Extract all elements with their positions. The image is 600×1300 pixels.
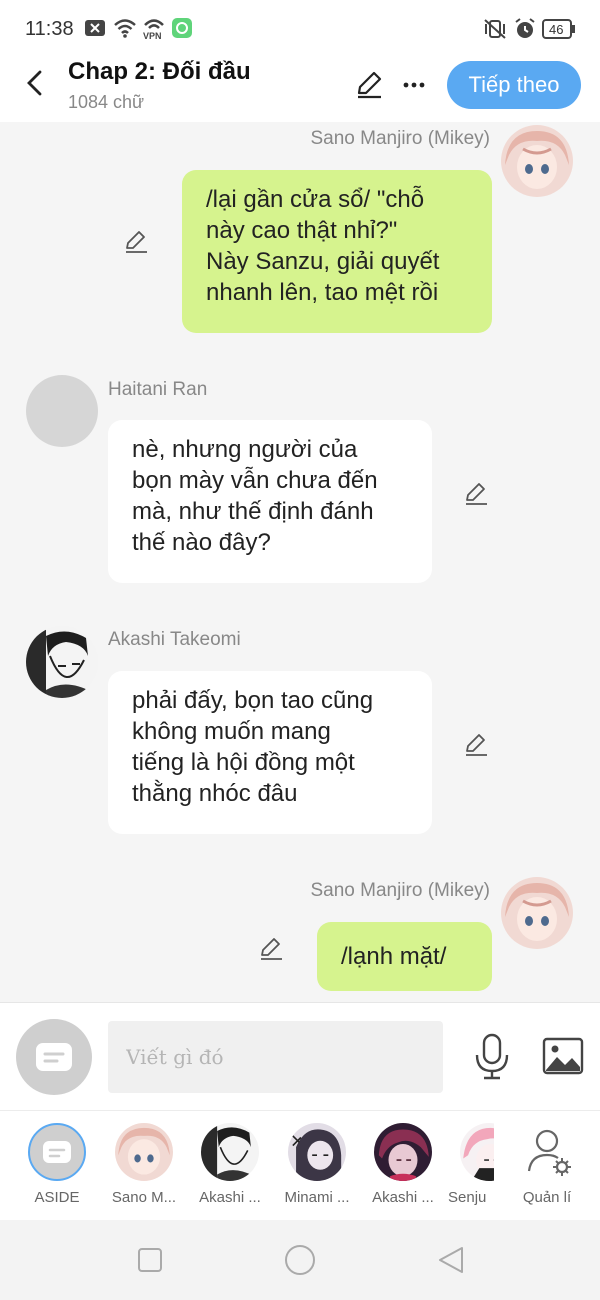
message-sender-name: Akashi Takeomi [108, 629, 241, 650]
message-sender-name: Sano Manjiro (Mikey) [310, 880, 491, 901]
circle-icon [285, 1245, 315, 1275]
edit-chapter-button[interactable] [354, 70, 384, 100]
back-button[interactable] [20, 68, 50, 98]
character-minami[interactable]: Minami ... [276, 1123, 356, 1215]
edit-message-button[interactable] [463, 732, 489, 758]
character-label: Sano M... [111, 1189, 177, 1206]
avatar [288, 1123, 346, 1181]
status-time: 11:38 [25, 18, 74, 40]
voice-input-button[interactable] [474, 1033, 510, 1081]
message-line: /lạnh mặt/ [341, 943, 447, 970]
message-bubble[interactable]: phải đấy, bọn tao cũng không muốn mang t… [108, 671, 432, 834]
avatar-akashi-takeomi[interactable] [26, 626, 98, 698]
character-sano-manjiro[interactable]: Sano M... [103, 1123, 183, 1215]
word-count: 1084 chữ [68, 92, 145, 112]
manage-characters-button[interactable]: Quản lí [506, 1123, 586, 1215]
chat-bubble-icon [43, 1141, 71, 1163]
character-label: Akashi ... [372, 1189, 434, 1206]
vpn-label: VPN [143, 31, 162, 41]
message-line: /lại gần cửa sổ/ "chỗ [206, 186, 425, 213]
character-label: Quản lí [522, 1189, 572, 1206]
message-line: này cao thật nhỉ?" [206, 217, 398, 244]
character-akashi-takeomi[interactable]: Akashi ... [189, 1123, 269, 1215]
message-line: thằng nhóc đâu [132, 780, 298, 807]
more-options-button[interactable] [400, 70, 430, 100]
message-line: phải đấy, bọn tao cũng [132, 687, 374, 714]
pencil-icon [357, 71, 382, 99]
message-sender-name: Sano Manjiro (Mikey) [310, 128, 491, 149]
edit-message-button[interactable] [123, 229, 149, 255]
message-line: mà, như thế định đánh [132, 498, 374, 525]
user-gear-icon [518, 1123, 576, 1181]
pencil-icon [126, 231, 147, 253]
message-line: tiếng là hội đồng một [132, 749, 355, 776]
aside-avatar [28, 1123, 86, 1181]
message-bubble[interactable]: /lạnh mặt/ [317, 922, 492, 991]
message-sender-name: Haitani Ran [108, 379, 208, 400]
system-navigation-bar [0, 1220, 600, 1300]
message-line: nhanh lên, tao mệt rồi [206, 279, 439, 306]
composer-bar [0, 1002, 600, 1110]
message-bubble[interactable]: /lại gần cửa sổ/ "chỗ này cao thật nhỉ?"… [182, 170, 492, 333]
avatar [115, 1123, 173, 1181]
notification-icon [84, 18, 106, 43]
edit-message-button[interactable] [463, 481, 489, 507]
avatar [460, 1123, 494, 1181]
message-line: nè, nhưng người của [132, 436, 358, 463]
chat-area: Sano Manjiro (Mikey) /lại gần cửa sổ/ "c… [0, 122, 600, 1002]
microphone-icon [475, 1033, 509, 1080]
message-input[interactable] [108, 1021, 443, 1093]
message-line: thế nào đây? [132, 529, 271, 556]
insert-image-button[interactable] [542, 1037, 584, 1075]
image-icon [542, 1037, 584, 1075]
character-label: ASIDE [34, 1189, 80, 1206]
chapter-title: Chap 2: Đối đầu [68, 58, 251, 85]
avatar-haitani-ran[interactable] [26, 375, 98, 447]
message-line: không muốn mang [132, 718, 331, 745]
message-line: bọn mày vẫn chưa đến [132, 467, 378, 494]
next-chapter-button[interactable]: Tiếp theo [447, 61, 581, 109]
character-aside[interactable]: ASIDE [16, 1123, 96, 1215]
square-icon [138, 1248, 162, 1272]
status-bar: 11:38 VPN 46 [0, 0, 600, 56]
avatar [201, 1123, 259, 1181]
avatar-sano-manjiro[interactable] [501, 125, 573, 197]
chat-bubble-icon [36, 1043, 72, 1071]
edit-message-button[interactable] [258, 936, 284, 962]
message-line: Này Sanzu, giải quyết [206, 248, 440, 275]
back-nav-button[interactable] [437, 1245, 465, 1280]
pencil-icon [466, 483, 487, 505]
home-button[interactable] [284, 1244, 316, 1281]
alarm-icon [514, 18, 536, 45]
avatar [374, 1123, 432, 1181]
chapter-header: Chap 2: Đối đầu 1084 chữ Tiếp theo [0, 56, 600, 122]
more-horizontal-icon [403, 82, 425, 88]
wifi-icon [113, 18, 137, 43]
character-akashi-2[interactable]: Akashi ... [362, 1123, 442, 1215]
character-label: Senju [448, 1189, 487, 1206]
battery-level: 46 [549, 22, 564, 37]
app-notification-icon [172, 18, 192, 43]
pencil-icon [466, 734, 487, 756]
chevron-left-icon [27, 70, 42, 96]
avatar-sano-manjiro[interactable] [501, 877, 573, 949]
character-selector: ASIDE Sano M... Akashi ... Minami ... Ak… [0, 1110, 600, 1220]
character-senju[interactable]: Senju [448, 1123, 494, 1215]
message-bubble[interactable]: nè, nhưng người của bọn mày vẫn chưa đến… [108, 420, 432, 583]
character-label: Akashi ... [199, 1189, 261, 1206]
recent-apps-button[interactable] [137, 1247, 163, 1278]
pencil-icon [261, 938, 282, 960]
triangle-back-icon [439, 1247, 463, 1273]
mute-vibrate-icon [482, 18, 508, 45]
aside-button[interactable] [16, 1019, 92, 1095]
character-label: Minami ... [284, 1189, 350, 1206]
